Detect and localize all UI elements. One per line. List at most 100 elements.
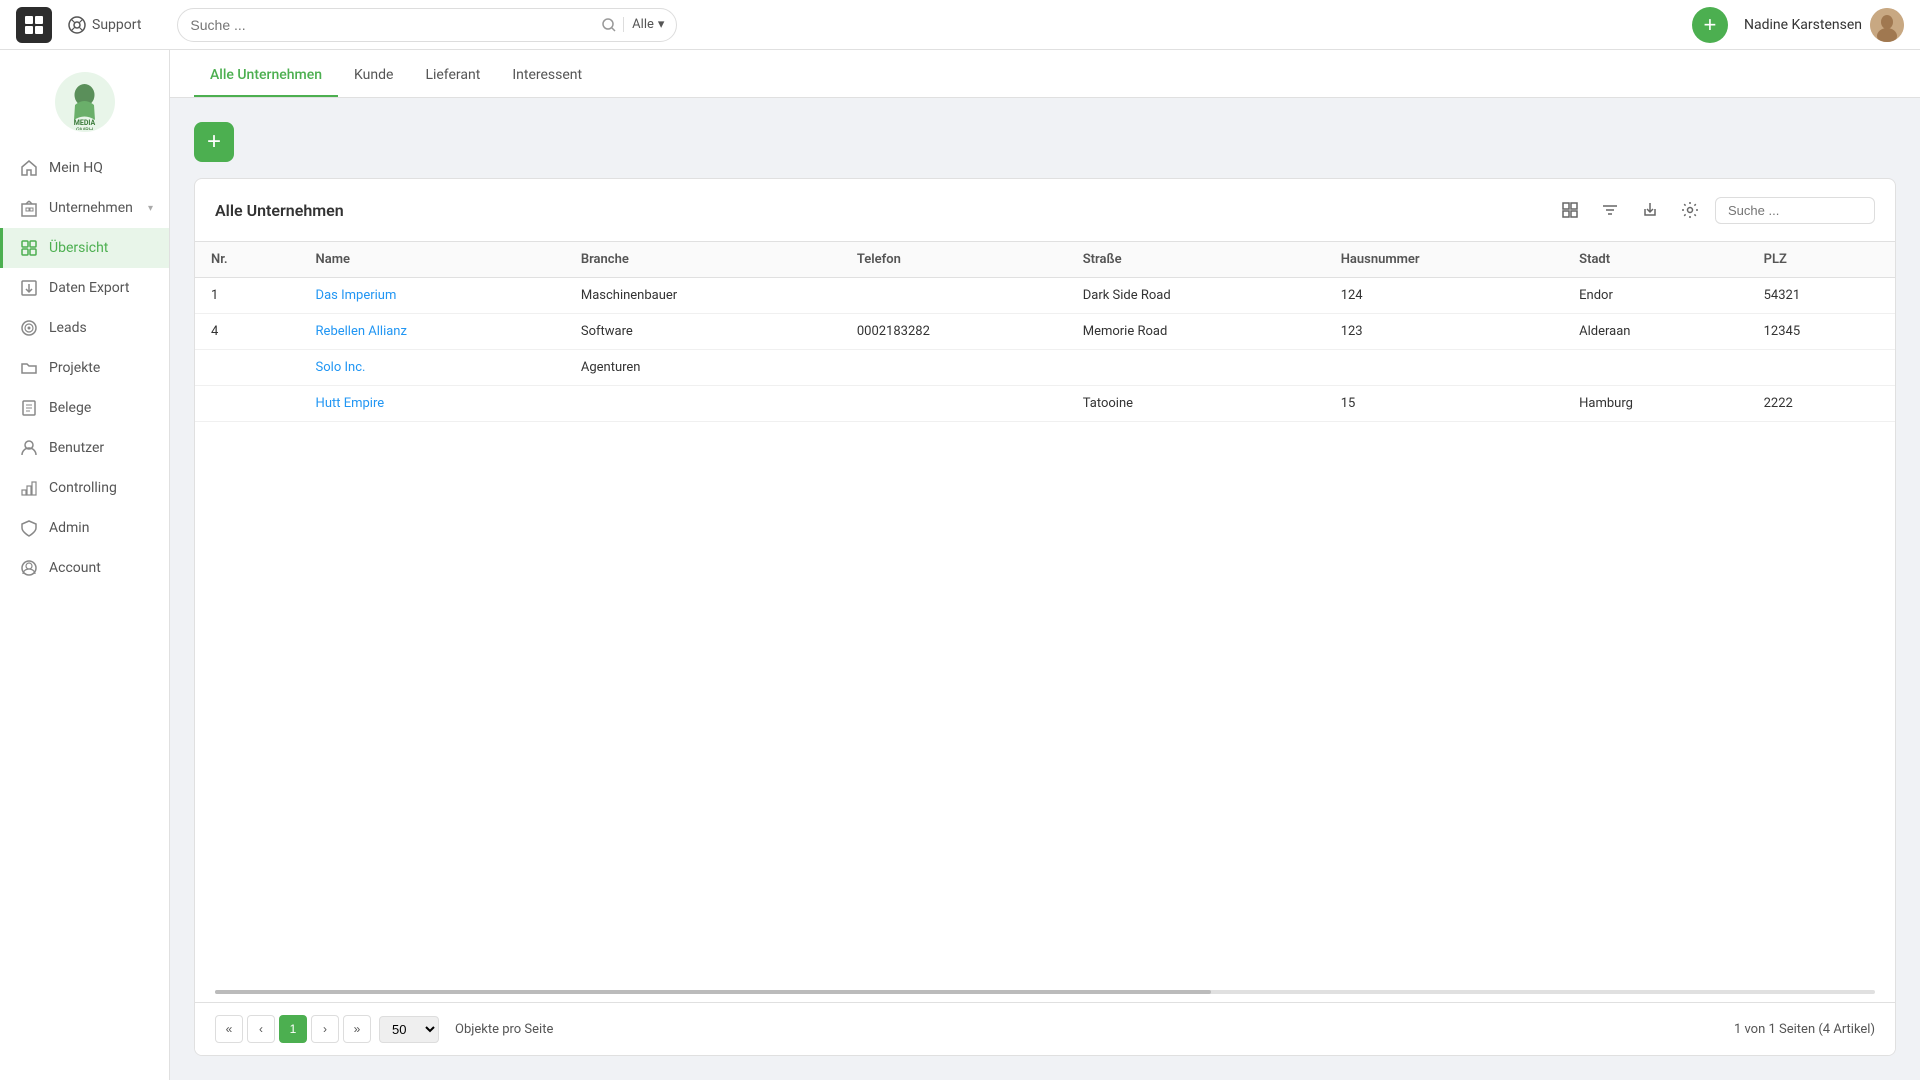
table-row[interactable]: 1Das ImperiumMaschinenbauerDark Side Roa…: [195, 278, 1895, 314]
next-page-button[interactable]: ›: [311, 1015, 339, 1043]
pagination-left: « ‹ 1 › » 50 25 100: [215, 1015, 553, 1043]
export-icon[interactable]: [1635, 195, 1665, 225]
sidebar-item-daten-export[interactable]: Daten Export: [0, 268, 169, 308]
table-row[interactable]: Solo Inc.Agenturen: [195, 350, 1895, 386]
sidebar-item-controlling[interactable]: Controlling: [0, 468, 169, 508]
page-1-button[interactable]: 1: [279, 1015, 307, 1043]
search-input[interactable]: [190, 17, 601, 33]
topnav: Support Alle ▾ + Nadine Karstensen: [0, 0, 1920, 50]
tab-alle-unternehmen[interactable]: Alle Unternehmen: [194, 55, 338, 97]
sidebar: MEDIA GMBH Mein HQ Unternehmen ▾: [0, 50, 170, 1080]
pagination-bar: « ‹ 1 › » 50 25 100: [195, 1002, 1895, 1055]
cell-name: Das Imperium: [300, 278, 565, 314]
sidebar-item-label: Belege: [49, 400, 91, 416]
cell-strasse: Memorie Road: [1067, 314, 1325, 350]
col-plz: PLZ: [1748, 242, 1895, 278]
building-icon: [19, 198, 39, 218]
sidebar-item-account[interactable]: Account: [0, 548, 169, 588]
user-menu[interactable]: Nadine Karstensen: [1744, 8, 1904, 42]
support-link[interactable]: Support: [68, 16, 141, 34]
svg-text:GMBH: GMBH: [76, 127, 93, 130]
search-scope-selector[interactable]: Alle ▾: [623, 17, 664, 32]
per-page-select[interactable]: 50 25 100: [379, 1016, 439, 1043]
user-name: Nadine Karstensen: [1744, 17, 1862, 33]
horizontal-scrollbar[interactable]: [215, 990, 1875, 994]
grid-icon: [19, 238, 39, 258]
companies-table: Nr. Name Branche Telefon Straße Hausnumm…: [195, 242, 1895, 422]
company-logo: MEDIA GMBH: [55, 72, 115, 132]
cell-branche: [565, 386, 841, 422]
table-row[interactable]: 4Rebellen AllianzSoftware0002183282Memor…: [195, 314, 1895, 350]
cell-branche: Maschinenbauer: [565, 278, 841, 314]
app-logo[interactable]: [16, 7, 52, 43]
support-label: Support: [92, 17, 141, 33]
sidebar-item-projekte[interactable]: Projekte: [0, 348, 169, 388]
chart-icon: [19, 478, 39, 498]
col-hausnummer: Hausnummer: [1325, 242, 1563, 278]
cell-hausnummer: [1325, 350, 1563, 386]
subtabs-bar: Alle Unternehmen Kunde Lieferant Interes…: [170, 50, 1920, 98]
scroll-thumb: [215, 990, 1211, 994]
col-nr: Nr.: [195, 242, 300, 278]
sidebar-item-mein-hq[interactable]: Mein HQ: [0, 148, 169, 188]
cell-plz: 2222: [1748, 386, 1895, 422]
cell-plz: [1748, 350, 1895, 386]
tab-interessent[interactable]: Interessent: [496, 55, 598, 97]
table-head: Nr. Name Branche Telefon Straße Hausnumm…: [195, 242, 1895, 278]
cell-telefon: [841, 386, 1067, 422]
cell-name: Solo Inc.: [300, 350, 565, 386]
table-card: Alle Unternehmen: [194, 178, 1896, 1056]
sidebar-item-label: Mein HQ: [49, 160, 103, 176]
sidebar-item-belege[interactable]: Belege: [0, 388, 169, 428]
view-toggle-icon[interactable]: [1555, 195, 1585, 225]
cell-nr: 1: [195, 278, 300, 314]
scroll-indicator-area: [195, 986, 1895, 1002]
svg-text:MEDIA: MEDIA: [74, 119, 96, 127]
add-company-button[interactable]: +: [194, 122, 234, 162]
action-row: +: [194, 122, 1896, 162]
settings-icon[interactable]: [1675, 195, 1705, 225]
sidebar-item-benutzer[interactable]: Benutzer: [0, 428, 169, 468]
pagination-controls: « ‹ 1 › »: [215, 1015, 371, 1043]
sidebar-item-label: Übersicht: [49, 240, 108, 256]
topnav-right: + Nadine Karstensen: [1692, 7, 1904, 43]
tab-lieferant[interactable]: Lieferant: [409, 55, 496, 97]
sidebar-item-unternehmen[interactable]: Unternehmen ▾: [0, 188, 169, 228]
cell-name: Rebellen Allianz: [300, 314, 565, 350]
cell-strasse: Tatooine: [1067, 386, 1325, 422]
cell-telefon: [841, 278, 1067, 314]
sidebar-item-leads[interactable]: Leads: [0, 308, 169, 348]
col-telefon: Telefon: [841, 242, 1067, 278]
table-scroll-area: Nr. Name Branche Telefon Straße Hausnumm…: [195, 242, 1895, 986]
cell-plz: 54321: [1748, 278, 1895, 314]
cell-nr: 4: [195, 314, 300, 350]
global-search[interactable]: Alle ▾: [177, 8, 677, 42]
table-row[interactable]: Hutt EmpireTatooine15Hamburg2222: [195, 386, 1895, 422]
prev-page-button[interactable]: ‹: [247, 1015, 275, 1043]
sidebar-item-uebersicht[interactable]: Übersicht: [0, 228, 169, 268]
sidebar-item-admin[interactable]: Admin: [0, 508, 169, 548]
global-add-button[interactable]: +: [1692, 7, 1728, 43]
cell-hausnummer: 123: [1325, 314, 1563, 350]
first-page-button[interactable]: «: [215, 1015, 243, 1043]
target-icon: [19, 318, 39, 338]
search-scope-label: Alle: [632, 17, 654, 32]
main-content: Alle Unternehmen Kunde Lieferant Interes…: [170, 50, 1920, 1080]
content-area: + Alle Unternehmen: [170, 98, 1920, 1080]
cell-stadt: Endor: [1563, 278, 1747, 314]
cell-name: Hutt Empire: [300, 386, 565, 422]
tab-kunde[interactable]: Kunde: [338, 55, 409, 97]
cell-stadt: Alderaan: [1563, 314, 1747, 350]
sidebar-item-label: Controlling: [49, 480, 117, 496]
per-page-label: Objekte pro Seite: [455, 1022, 553, 1037]
cell-strasse: [1067, 350, 1325, 386]
last-page-button[interactable]: »: [343, 1015, 371, 1043]
table-search-input[interactable]: [1715, 197, 1875, 224]
export-icon: [19, 278, 39, 298]
filter-icon[interactable]: [1595, 195, 1625, 225]
account-icon: [19, 558, 39, 578]
shield-icon: [19, 518, 39, 538]
sidebar-item-label: Projekte: [49, 360, 100, 376]
cell-hausnummer: 124: [1325, 278, 1563, 314]
table-title: Alle Unternehmen: [215, 201, 344, 220]
